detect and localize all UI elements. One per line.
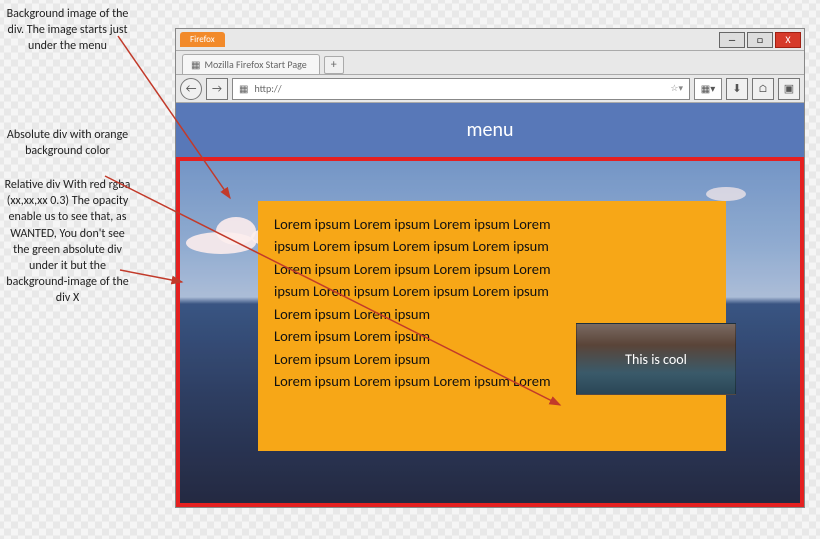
titlebar: Firefox ― □ X (176, 29, 804, 51)
tab-favicon-icon: ▦ (191, 58, 200, 71)
lorem-line: Lorem ipsum Lorem ipsum (274, 303, 710, 325)
minimize-button[interactable]: ― (719, 32, 745, 48)
lorem-line: ipsum Lorem ipsum Lorem ipsum Lorem ipsu… (274, 280, 710, 302)
download-icon: ⬇ (732, 82, 741, 95)
page-viewport: menu Lorem ipsum Lorem ipsum Lorem ipsum… (176, 103, 804, 507)
window-controls: ― □ X (719, 32, 801, 48)
search-box[interactable]: ▦▾ (694, 78, 722, 100)
search-icon: ▦▾ (701, 82, 715, 95)
lorem-line: Lorem ipsum Lorem ipsum Lorem ipsum Lore… (274, 258, 710, 280)
feed-icon: ▣ (784, 82, 794, 95)
tab-label: Mozilla Firefox Start Page (204, 58, 306, 71)
annotation-red-div: Relative div With red rgba (xx,xx,xx 0.3… (4, 177, 131, 307)
maximize-button[interactable]: □ (747, 32, 773, 48)
lorem-line: Lorem ipsum Lorem ipsum Lorem ipsum Lore… (274, 213, 710, 235)
tab-start-page[interactable]: ▦ Mozilla Firefox Start Page (182, 54, 320, 74)
cool-image-box: This is cool (576, 323, 736, 395)
red-relative-div: Lorem ipsum Lorem ipsum Lorem ipsum Lore… (176, 157, 804, 507)
menu-bar[interactable]: menu (176, 103, 804, 157)
nav-toolbar: ← → ▦ http:// ☆▾ ▦▾ ⬇ ⌂ ▣ (176, 75, 804, 103)
url-text: http:// (254, 82, 281, 95)
browser-window: Firefox ― □ X ▦ Mozilla Firefox Start Pa… (175, 28, 805, 508)
tab-strip: ▦ Mozilla Firefox Start Page + (176, 51, 804, 75)
bookmark-star-icon[interactable]: ☆▾ (670, 83, 683, 94)
back-button[interactable]: ← (180, 78, 202, 100)
home-button[interactable]: ⌂ (752, 78, 774, 100)
annotation-orange-div: Absolute div with orange background colo… (4, 127, 131, 159)
close-button[interactable]: X (775, 32, 801, 48)
menu-label: menu (467, 118, 514, 142)
forward-button[interactable]: → (206, 78, 228, 100)
globe-icon: ▦ (239, 82, 248, 95)
url-input[interactable]: ▦ http:// ☆▾ (232, 78, 690, 100)
downloads-button[interactable]: ⬇ (726, 78, 748, 100)
orange-absolute-div: Lorem ipsum Lorem ipsum Lorem ipsum Lore… (258, 201, 726, 451)
cool-caption: This is cool (625, 351, 687, 368)
new-tab-button[interactable]: + (324, 56, 344, 74)
feed-button[interactable]: ▣ (778, 78, 800, 100)
lorem-line: ipsum Lorem ipsum Lorem ipsum Lorem ipsu… (274, 235, 710, 257)
firefox-badge: Firefox (180, 32, 225, 47)
annotation-bg-image: Background image of the div. The image s… (4, 6, 131, 55)
annotation-column: Background image of the div. The image s… (0, 0, 135, 324)
